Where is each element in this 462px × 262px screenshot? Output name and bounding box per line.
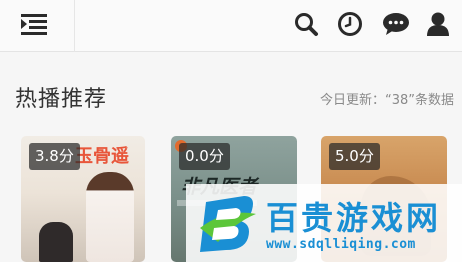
video-card[interactable]: 玉骨遥 3.8分 — [21, 136, 145, 262]
menu-button[interactable] — [0, 0, 75, 52]
top-bar — [0, 0, 462, 52]
site-logo-icon — [196, 188, 262, 260]
search-button[interactable] — [291, 9, 321, 39]
rating-badge: 5.0分 — [329, 143, 380, 170]
site-watermark: 百贵游戏网 www.sdqlliqing.com — [186, 184, 462, 262]
poster-figure — [39, 222, 73, 262]
history-button[interactable] — [335, 9, 365, 39]
poster-title-art: 玉骨遥 — [75, 146, 129, 167]
site-url: www.sdqlliqing.com — [266, 237, 416, 252]
user-button[interactable] — [423, 9, 453, 39]
message-button[interactable] — [380, 9, 410, 39]
site-name: 百贵游戏网 — [266, 199, 442, 237]
update-count-note: 今日更新：“38”条数据 — [319, 93, 454, 108]
rating-badge: 3.8分 — [29, 143, 80, 170]
rating-badge: 0.0分 — [179, 143, 230, 170]
poster-figure — [86, 172, 134, 262]
section-title: 热播推荐 — [15, 87, 108, 112]
